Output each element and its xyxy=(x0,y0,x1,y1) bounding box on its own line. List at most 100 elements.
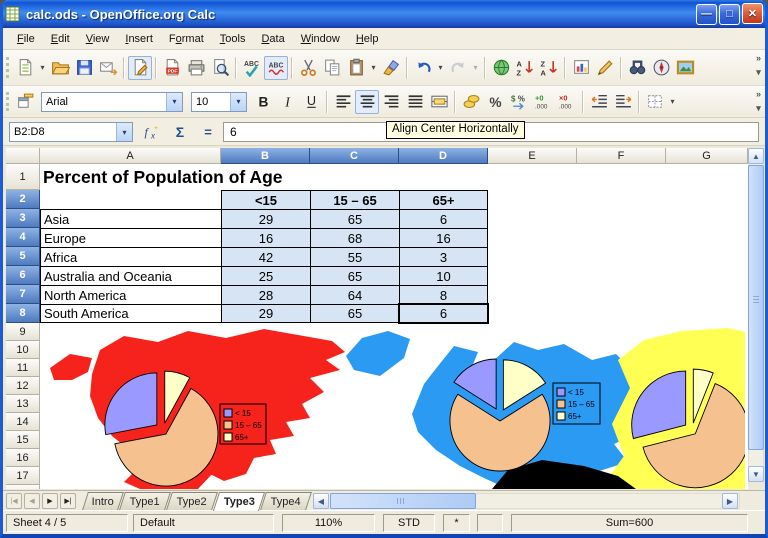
decrease-indent-button[interactable] xyxy=(587,90,611,114)
cut-button[interactable] xyxy=(296,56,320,80)
scroll-up-button[interactable]: ▲ xyxy=(748,148,764,164)
delete-decimal-button[interactable]: ×0.000 xyxy=(555,90,579,114)
corner[interactable] xyxy=(6,148,40,164)
row-header-9[interactable]: 9 xyxy=(6,323,40,341)
chevron-down-icon[interactable]: ▾ xyxy=(37,63,48,72)
sheet-tab-type2[interactable]: Type2 xyxy=(166,492,218,510)
row-header-2[interactable]: 2 xyxy=(6,190,40,209)
column-header-a[interactable]: A xyxy=(40,148,221,164)
italic-button[interactable]: I xyxy=(275,90,299,114)
name-box[interactable]: B2:D8 ▾ xyxy=(9,122,133,142)
cell-value[interactable]: 65 xyxy=(310,266,399,285)
font-size-combo[interactable]: 10▾ xyxy=(191,92,247,112)
percent-format-button[interactable]: % xyxy=(483,90,507,114)
new-document-button[interactable] xyxy=(13,56,37,80)
navigator-button[interactable] xyxy=(649,56,673,80)
row-header-7[interactable]: 7 xyxy=(6,285,40,304)
find-replace-button[interactable] xyxy=(625,56,649,80)
cell-value[interactable]: 42 xyxy=(221,247,310,266)
cell-label-africa[interactable]: Africa xyxy=(40,247,221,266)
sheet-tab-type1[interactable]: Type1 xyxy=(119,492,171,510)
increase-indent-button[interactable] xyxy=(611,90,635,114)
cell-value[interactable]: 16 xyxy=(221,228,310,247)
toolbar-overflow-button[interactable]: »▾ xyxy=(756,52,761,79)
row-header-6[interactable]: 6 xyxy=(6,266,40,285)
row-header-18[interactable]: 18 xyxy=(6,485,40,489)
cell-value[interactable]: 3 xyxy=(399,247,488,266)
row-header-10[interactable]: 10 xyxy=(6,341,40,359)
page-preview-button[interactable] xyxy=(208,56,232,80)
status-sheet-position[interactable]: Sheet 4 / 5 xyxy=(6,514,128,532)
menu-format[interactable]: Format xyxy=(161,30,212,48)
justify-button[interactable] xyxy=(403,90,427,114)
menu-window[interactable]: Window xyxy=(293,30,348,48)
cell-value[interactable]: 16 xyxy=(399,228,488,247)
menu-view[interactable]: View xyxy=(78,30,118,48)
row-header-15[interactable]: 15 xyxy=(6,431,40,449)
cell-label-australia-and-oceania[interactable]: Australia and Oceania xyxy=(40,266,221,285)
cell-value[interactable]: 64 xyxy=(310,285,399,304)
send-email-button[interactable] xyxy=(96,56,120,80)
add-decimal-button[interactable]: +0.000 xyxy=(531,90,555,114)
cell-value[interactable]: 55 xyxy=(310,247,399,266)
cell-header-65+[interactable]: 65+ xyxy=(399,190,488,209)
align-right-button[interactable] xyxy=(379,90,403,114)
cell-header-15–65[interactable]: 15 – 65 xyxy=(310,190,399,209)
menu-file[interactable]: File xyxy=(9,30,43,48)
gallery-button[interactable] xyxy=(673,56,697,80)
undo-button[interactable] xyxy=(411,56,435,80)
horizontal-scroll-thumb[interactable] xyxy=(330,493,476,509)
align-left-button[interactable] xyxy=(331,90,355,114)
spellcheck-button[interactable]: ABC xyxy=(240,56,264,80)
merge-cells-button[interactable] xyxy=(427,90,451,114)
paste-button[interactable] xyxy=(344,56,368,80)
function-wizard-button[interactable]: fx xyxy=(141,122,163,142)
insert-chart-button[interactable] xyxy=(569,56,593,80)
sheet-previous-button[interactable]: ◀ xyxy=(24,493,40,509)
toolbar-overflow-button[interactable]: »▾ xyxy=(756,88,761,115)
menu-help[interactable]: Help xyxy=(348,30,387,48)
cell-a1-title[interactable]: Percent of Population of Age xyxy=(43,164,283,190)
sort-descending-button[interactable]: ZA xyxy=(537,56,561,80)
cell-value[interactable]: 28 xyxy=(221,285,310,304)
chevron-down-icon[interactable]: ▾ xyxy=(230,93,246,111)
scroll-down-button[interactable]: ▼ xyxy=(748,466,764,482)
cell-value[interactable]: 65 xyxy=(310,304,399,323)
chevron-down-icon[interactable]: ▾ xyxy=(368,63,379,72)
maximize-button[interactable]: □ xyxy=(719,4,740,25)
cell-value[interactable]: 10 xyxy=(399,266,488,285)
bold-button[interactable]: B xyxy=(251,90,275,114)
status-page-style[interactable]: Default xyxy=(133,514,274,532)
sheet-tab-type4[interactable]: Type4 xyxy=(260,492,312,510)
status-zoom-level[interactable]: 110% xyxy=(282,514,375,532)
formula-button[interactable]: = xyxy=(197,122,219,142)
row-header-8[interactable]: 8 xyxy=(6,304,40,323)
menu-tools[interactable]: Tools xyxy=(212,30,254,48)
sort-ascending-button[interactable]: AZ xyxy=(513,56,537,80)
row-header-1[interactable]: 1 xyxy=(6,164,40,190)
auto-spellcheck-button[interactable]: ABC xyxy=(264,56,288,80)
cell-value[interactable]: 65 xyxy=(310,209,399,228)
column-header-d[interactable]: D xyxy=(399,148,488,164)
title-bar[interactable]: calc.ods - OpenOffice.org Calc —□✕ xyxy=(0,0,768,28)
sheet-tab-type3[interactable]: Type3 xyxy=(213,492,265,511)
row-header-5[interactable]: 5 xyxy=(6,247,40,266)
styles-formatting-button[interactable] xyxy=(13,90,37,114)
minimize-button[interactable]: — xyxy=(696,4,717,25)
row-header-14[interactable]: 14 xyxy=(6,413,40,431)
cell-a2[interactable] xyxy=(40,190,221,209)
menu-edit[interactable]: Edit xyxy=(43,30,78,48)
cell-label-asia[interactable]: Asia xyxy=(40,209,221,228)
row-header-11[interactable]: 11 xyxy=(6,359,40,377)
chevron-down-icon[interactable]: ▾ xyxy=(166,93,182,111)
spreadsheet-area[interactable]: ABCDEFG123456789101112131415161718Percen… xyxy=(6,148,748,489)
cell-value[interactable]: 25 xyxy=(221,266,310,285)
sheet-last-button[interactable]: ▶| xyxy=(60,493,76,509)
edit-file-button[interactable] xyxy=(128,56,152,80)
open-folder-button[interactable] xyxy=(48,56,72,80)
column-header-f[interactable]: F xyxy=(577,148,666,164)
cell-value[interactable]: 29 xyxy=(221,304,310,323)
world-map-chart-object[interactable]: < 1515 – 6565+< 1515 – 6565+ xyxy=(40,326,745,489)
column-header-e[interactable]: E xyxy=(488,148,577,164)
chevron-down-icon[interactable]: ▾ xyxy=(116,123,132,141)
